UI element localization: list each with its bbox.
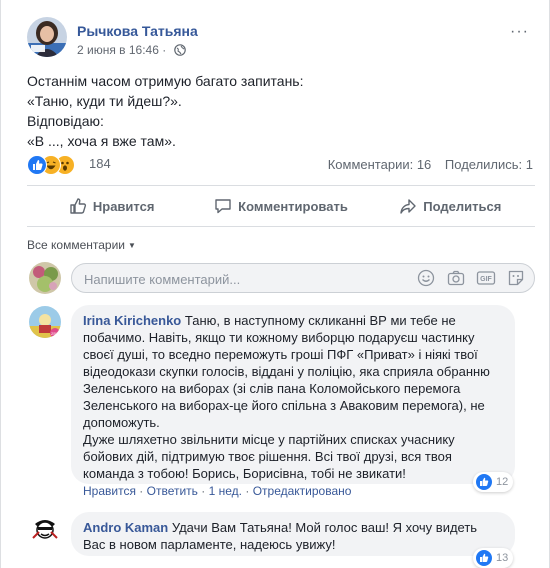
share-button[interactable]: Поделиться bbox=[366, 188, 535, 224]
divider bbox=[27, 185, 535, 186]
comments-count-link[interactable]: Комментарии: 16 bbox=[328, 157, 432, 172]
comment-reply-link[interactable]: Ответить bbox=[147, 484, 198, 498]
emoji-icon[interactable] bbox=[416, 269, 436, 287]
author-name[interactable]: Рычкова Татьяна bbox=[77, 23, 277, 39]
comment-like-number: 13 bbox=[496, 552, 509, 564]
composer-avatar bbox=[29, 262, 61, 294]
meta-dot: · bbox=[162, 43, 170, 57]
comment-text: побачимо. Навіть, якщо ти кожному виборц… bbox=[83, 330, 475, 345]
comment-actions: Нравится · Ответить · 1 нед. · Отредакти… bbox=[83, 484, 351, 498]
comment-like-link[interactable]: Нравится bbox=[83, 484, 136, 498]
comment-bubble: Irina Kirichenko Таню, в наступному скли… bbox=[71, 305, 515, 484]
svg-text:GIF: GIF bbox=[480, 276, 492, 283]
comment-author[interactable]: Irina Kirichenko bbox=[83, 313, 181, 328]
caret-down-icon: ▼ bbox=[128, 241, 136, 250]
comment-bubble: Andro Kaman Удачи Вам Татьяна! Мой голос… bbox=[71, 512, 515, 556]
sticker-icon[interactable] bbox=[506, 269, 526, 287]
comments-filter-label: Все комментарии bbox=[27, 238, 125, 252]
post-text-line: «В ..., хоча я вже там». bbox=[27, 133, 176, 149]
camera-icon[interactable] bbox=[446, 269, 466, 287]
comment-text: команда з тобою! Борись, Борисівна, тобі… bbox=[83, 466, 406, 481]
divider bbox=[27, 226, 535, 227]
comment-text: Зеленського на виборах (зі слів пана Кол… bbox=[83, 381, 461, 396]
like-button[interactable]: Нравится bbox=[27, 188, 196, 224]
post-card: Рычкова Татьяна 2 июня в 16:46 · ··· Ост… bbox=[0, 0, 550, 568]
comment-text: допоможуть. bbox=[83, 415, 160, 430]
post-actions: Нравится Комментировать Поделиться bbox=[27, 188, 535, 224]
comment-composer: GIF bbox=[71, 263, 535, 293]
comment-text: Вас в новом парламенте, надеюсь увижу! bbox=[83, 537, 336, 552]
comment-author[interactable]: Andro Kaman bbox=[83, 520, 168, 535]
comment-like-count[interactable]: 13 bbox=[473, 548, 514, 568]
post-stats: Комментарии: 16 Поделились: 1 bbox=[318, 157, 533, 172]
comment-button-label: Комментировать bbox=[238, 198, 348, 214]
post-text-line: Відповідаю: bbox=[27, 113, 104, 129]
shares-count-link[interactable]: Поделились: 1 bbox=[445, 157, 533, 172]
thumbs-up-icon bbox=[70, 198, 86, 214]
like-icon bbox=[27, 155, 47, 175]
comment-like-count[interactable]: 12 bbox=[473, 472, 514, 492]
commenter-avatar[interactable] bbox=[29, 512, 61, 544]
comment-text: відеодокази скупки голосів, віддані у по… bbox=[83, 364, 490, 379]
post-text-line: «Таню, куди ти йдеш?». bbox=[27, 93, 182, 109]
comment-text: своєї душі, то вседно переможуть гроші П… bbox=[83, 347, 478, 362]
commenter-avatar[interactable]: 25% bbox=[29, 306, 61, 338]
post-text: Останнім часом отримую багато запитань: … bbox=[27, 71, 527, 151]
composer-tools: GIF bbox=[406, 269, 526, 287]
comment-button[interactable]: Комментировать bbox=[196, 188, 365, 224]
reaction-count[interactable]: 184 bbox=[89, 156, 111, 171]
svg-text:25%: 25% bbox=[51, 331, 59, 336]
comment-like-number: 12 bbox=[496, 476, 509, 488]
like-icon bbox=[476, 550, 492, 566]
share-button-label: Поделиться bbox=[423, 198, 502, 214]
comment-edited-link[interactable]: Отредактировано bbox=[253, 484, 352, 498]
globe-icon[interactable] bbox=[173, 44, 186, 59]
comment-text: Таню, в наступному скликанні ВР ми тебе … bbox=[181, 313, 456, 328]
share-arrow-icon bbox=[400, 199, 416, 214]
separator-dot: · bbox=[245, 484, 253, 498]
comments-filter-dropdown[interactable]: Все комментарии ▼ bbox=[27, 238, 136, 252]
comment-age[interactable]: 1 нед. bbox=[209, 484, 242, 498]
separator-dot: · bbox=[201, 484, 209, 498]
comment-text: Удачи Вам Татьяна! Мой голос ваш! Я хочу… bbox=[168, 520, 478, 535]
like-button-label: Нравится bbox=[92, 198, 155, 214]
post-meta: 2 июня в 16:46 · bbox=[77, 43, 297, 59]
post-options-icon[interactable]: ··· bbox=[510, 23, 529, 41]
comment-text: Дуже шляхетно звільнити місце у партійни… bbox=[83, 432, 455, 447]
comment-text: Зеленського на виборах-це його спільна з… bbox=[83, 398, 485, 413]
comment-text: бойових дій, підтримую твоє рішення. Всі… bbox=[83, 449, 452, 464]
post-timestamp[interactable]: 2 июня в 16:46 bbox=[77, 43, 159, 57]
author-avatar[interactable] bbox=[27, 17, 67, 57]
post-text-line: Останнім часом отримую багато запитань: bbox=[27, 73, 304, 89]
separator-dot: · bbox=[139, 484, 147, 498]
comment-input[interactable] bbox=[82, 269, 406, 289]
like-icon bbox=[476, 474, 492, 490]
comment-bubble-icon bbox=[215, 199, 231, 214]
gif-icon[interactable]: GIF bbox=[476, 269, 496, 287]
